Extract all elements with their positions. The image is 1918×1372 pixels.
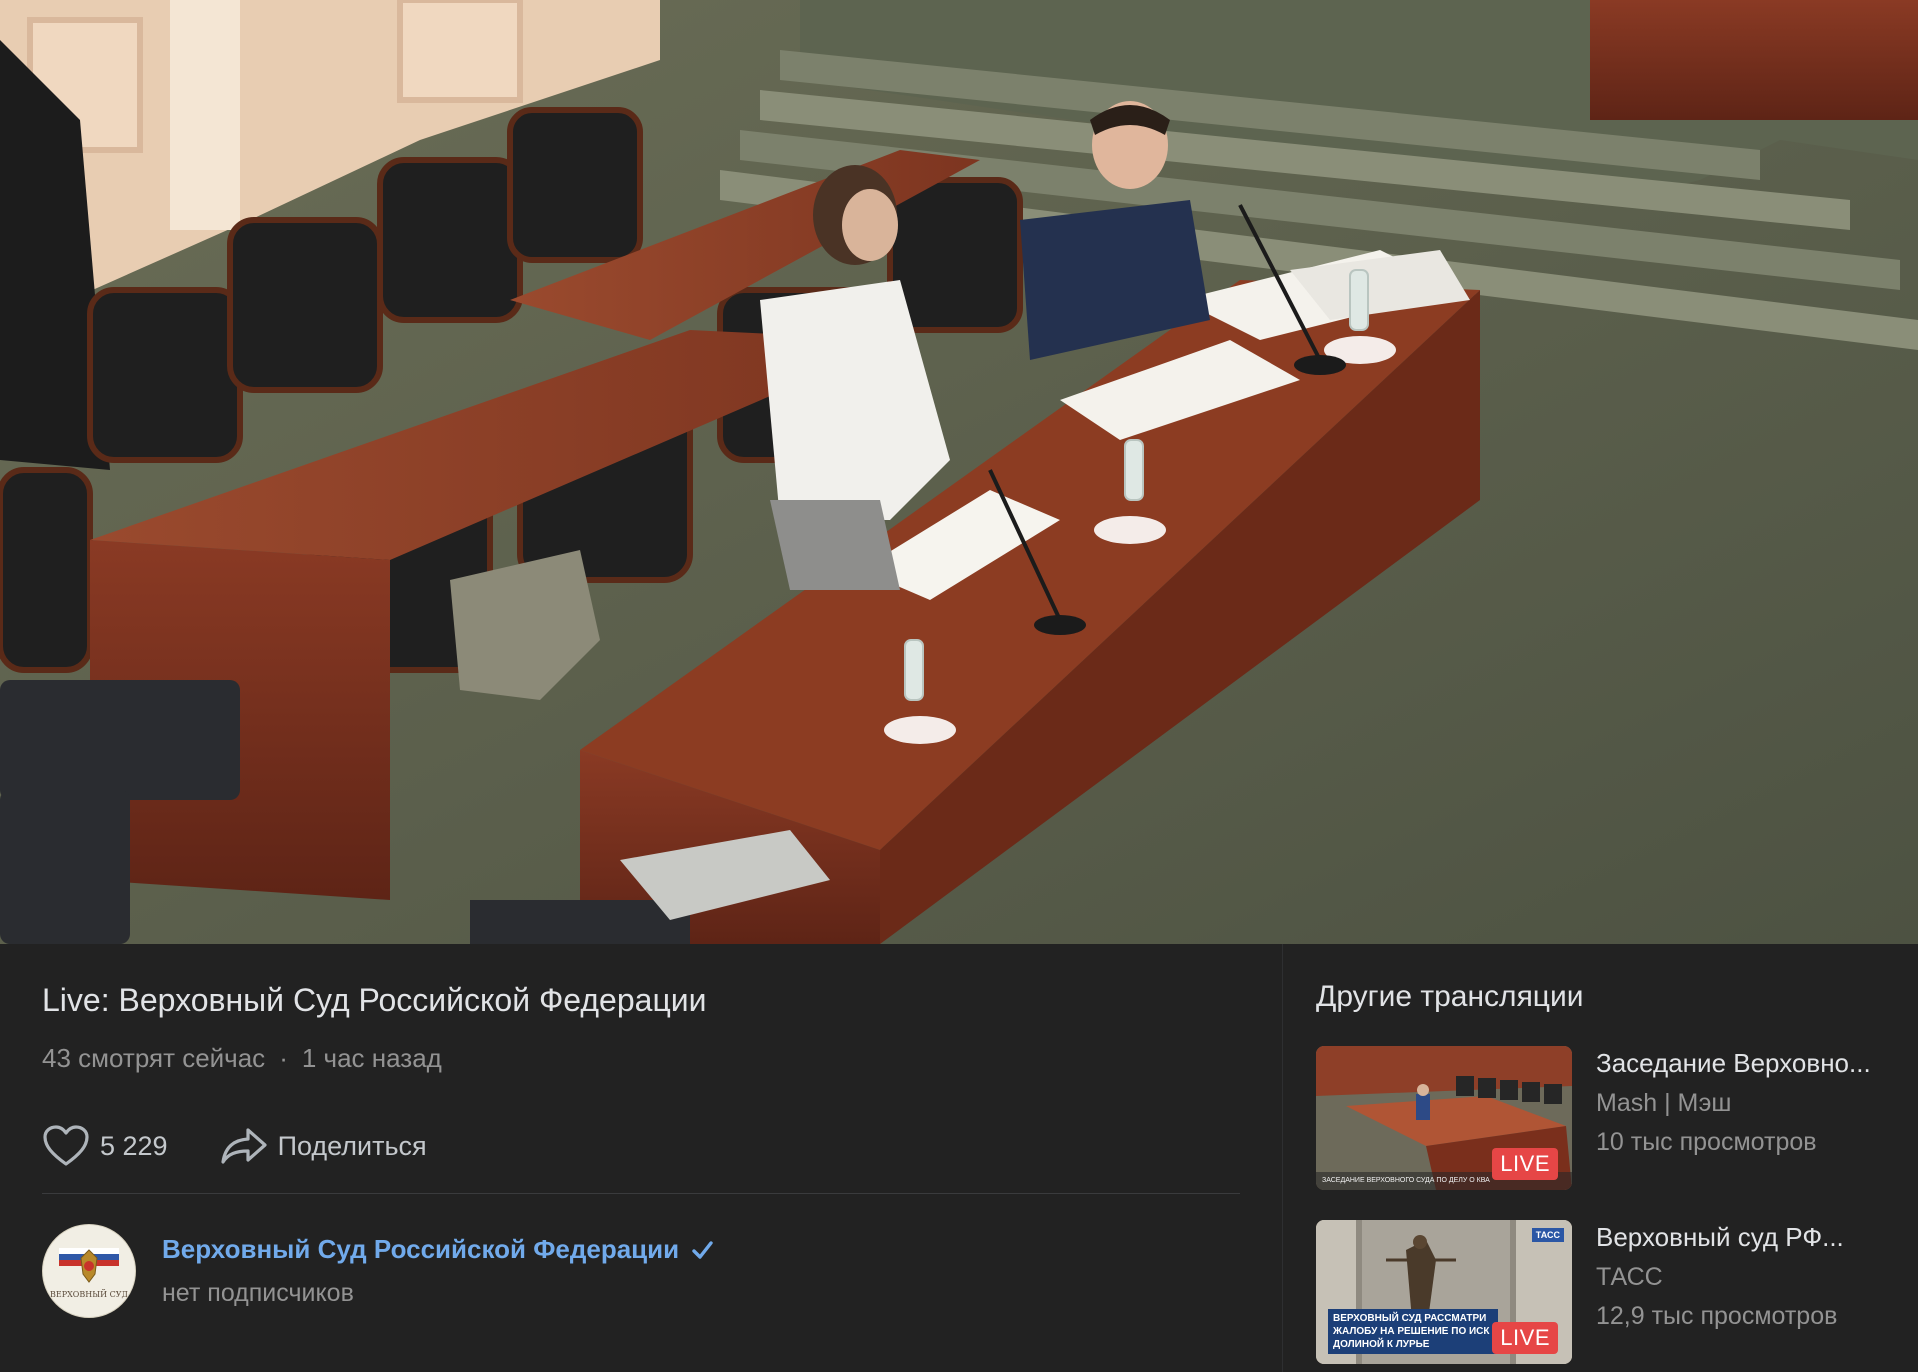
video-actions: 5 229 Поделиться bbox=[42, 1122, 427, 1170]
divider bbox=[42, 1193, 1240, 1194]
share-button[interactable]: Поделиться bbox=[220, 1126, 427, 1166]
stream-info: Верховный суд РФ... ТАСС 12,9 тыс просмо… bbox=[1596, 1222, 1896, 1331]
stream-channel[interactable]: ТАСС bbox=[1596, 1263, 1896, 1292]
coat-of-arms-icon bbox=[59, 1247, 119, 1283]
recommended-stream-item[interactable]: ТАСС ВЕРХОВНЫЙ СУД РАССМАТРИ ЖАЛОБУ НА Р… bbox=[1316, 1220, 1906, 1366]
time-ago: 1 час назад bbox=[301, 1043, 442, 1073]
share-icon bbox=[220, 1128, 267, 1164]
like-button[interactable]: 5 229 bbox=[42, 1124, 168, 1168]
video-info-panel: Live: Верховный Суд Российской Федерации… bbox=[0, 944, 1282, 1372]
video-frame bbox=[0, 0, 1918, 944]
live-badge: LIVE bbox=[1492, 1148, 1558, 1180]
recommended-stream-item[interactable]: ЗАСЕДАНИЕ ВЕРХОВНОГО СУДА ПО ДЕЛУ О КВА … bbox=[1316, 1046, 1906, 1192]
other-streams-sidebar: Другие трансляции ЗАСЕДАНИЕ ВЕРХОВНОГО С… bbox=[1282, 944, 1918, 1372]
stream-thumbnail[interactable]: ТАСС ВЕРХОВНЫЙ СУД РАССМАТРИ ЖАЛОБУ НА Р… bbox=[1316, 1220, 1572, 1364]
thumbnail-caption: ВЕРХОВНЫЙ СУД РАССМАТРИ ЖАЛОБУ НА РЕШЕНИ… bbox=[1328, 1309, 1498, 1354]
heart-icon bbox=[43, 1125, 89, 1166]
tass-logo: ТАСС bbox=[1531, 1228, 1564, 1242]
stream-title[interactable]: Заседание Верховно... bbox=[1596, 1048, 1896, 1079]
channel-name: Верховный Суд Российской Федерации bbox=[162, 1234, 680, 1264]
share-label: Поделиться bbox=[277, 1130, 427, 1161]
stream-thumbnail[interactable]: ЗАСЕДАНИЕ ВЕРХОВНОГО СУДА ПО ДЕЛУ О КВА … bbox=[1316, 1046, 1572, 1190]
video-meta: 43 смотрят сейчас · 1 час назад bbox=[42, 1043, 442, 1074]
channel-name-link[interactable]: Верховный Суд Российской Федерации bbox=[162, 1234, 713, 1265]
viewers-count: 43 смотрят сейчас bbox=[42, 1043, 266, 1073]
stream-views: 10 тыс просмотров bbox=[1596, 1128, 1817, 1156]
live-badge: LIVE bbox=[1492, 1322, 1558, 1354]
meta-separator: · bbox=[279, 1043, 288, 1073]
video-player[interactable] bbox=[0, 0, 1918, 944]
stream-info: Заседание Верховно... Mash | Мэш 10 тыс … bbox=[1596, 1048, 1896, 1157]
channel-block: ВЕРХОВНЫЙ СУД Верховный Суд Российской Ф… bbox=[42, 1224, 713, 1318]
avatar-caption: ВЕРХОВНЫЙ СУД bbox=[49, 1289, 128, 1299]
like-count: 5 229 bbox=[100, 1130, 168, 1161]
channel-avatar[interactable]: ВЕРХОВНЫЙ СУД bbox=[42, 1224, 136, 1318]
stream-title[interactable]: Верховный суд РФ... bbox=[1596, 1222, 1896, 1253]
stream-views: 12,9 тыс просмотров bbox=[1596, 1302, 1838, 1330]
verified-check-icon bbox=[692, 1240, 713, 1259]
subscriber-count: нет подписчиков bbox=[162, 1279, 354, 1307]
sidebar-title: Другие трансляции bbox=[1316, 980, 1584, 1013]
video-title: Live: Верховный Суд Российской Федерации bbox=[42, 982, 707, 1018]
channel-text: Верховный Суд Российской Федерации нет п… bbox=[162, 1234, 713, 1308]
stream-channel[interactable]: Mash | Мэш bbox=[1596, 1089, 1896, 1118]
